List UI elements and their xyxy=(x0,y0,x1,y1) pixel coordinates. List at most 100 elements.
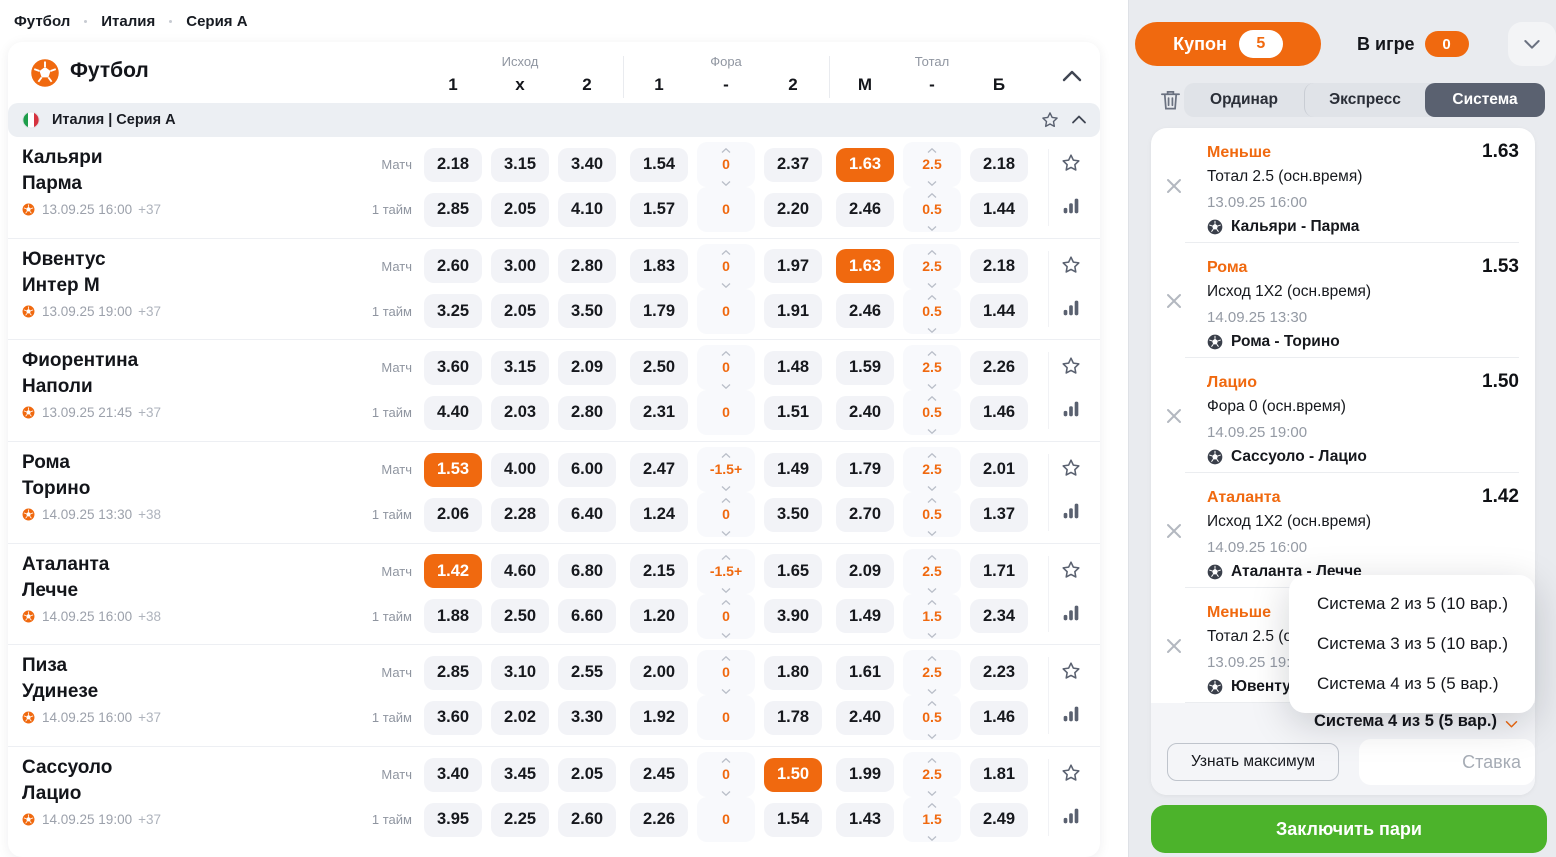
handicap-2[interactable]: 1.80 xyxy=(764,656,822,690)
odds-1[interactable]: 2.85 xyxy=(424,193,482,227)
odds-2[interactable]: 3.30 xyxy=(558,701,616,735)
total-under[interactable]: 1.99 xyxy=(836,758,894,792)
handicap-1[interactable]: 1.54 xyxy=(630,148,688,182)
odds-x[interactable]: 2.05 xyxy=(491,294,549,328)
handicap-2[interactable]: 2.20 xyxy=(764,193,822,227)
odds-x[interactable]: 3.15 xyxy=(491,148,549,182)
remove-selection-icon[interactable] xyxy=(1162,519,1186,543)
total-under[interactable]: 2.70 xyxy=(836,498,894,532)
total-over[interactable]: 1.46 xyxy=(970,701,1028,735)
total-line[interactable]: 2.5 xyxy=(903,549,961,594)
handicap-1[interactable]: 1.92 xyxy=(630,701,688,735)
odds-x[interactable]: 2.03 xyxy=(491,396,549,430)
max-stake-button[interactable]: Узнать максимум xyxy=(1167,743,1339,781)
total-line[interactable]: 0.5 xyxy=(903,492,961,537)
odds-1[interactable]: 2.85 xyxy=(424,656,482,690)
odds-x[interactable]: 4.00 xyxy=(491,453,549,487)
odds-2[interactable]: 4.10 xyxy=(558,193,616,227)
total-line[interactable]: 2.5 xyxy=(903,244,961,289)
odds-2[interactable]: 2.60 xyxy=(558,803,616,837)
handicap-1[interactable]: 1.57 xyxy=(630,193,688,227)
odds-x[interactable]: 3.45 xyxy=(491,758,549,792)
odds-1[interactable]: 2.06 xyxy=(424,498,482,532)
trash-icon[interactable] xyxy=(1159,88,1182,113)
system-select[interactable]: Система 4 из 5 (5 вар.) xyxy=(1314,712,1519,731)
match-stats-icon[interactable] xyxy=(1060,500,1082,522)
total-over[interactable]: 2.18 xyxy=(970,249,1028,283)
ingame-tab[interactable]: В игре xyxy=(1357,34,1415,55)
odds-1-selected[interactable]: 1.53 xyxy=(424,453,482,487)
total-under-selected[interactable]: 1.63 xyxy=(836,249,894,283)
handicap-2-selected[interactable]: 1.50 xyxy=(764,758,822,792)
total-over[interactable]: 1.71 xyxy=(970,554,1028,588)
total-under[interactable]: 2.46 xyxy=(836,294,894,328)
total-over[interactable]: 2.49 xyxy=(970,803,1028,837)
handicap-1[interactable]: 1.83 xyxy=(630,249,688,283)
remove-selection-icon[interactable] xyxy=(1162,289,1186,313)
total-over[interactable]: 2.01 xyxy=(970,453,1028,487)
match-stats-icon[interactable] xyxy=(1060,297,1082,319)
odds-1[interactable]: 2.60 xyxy=(424,249,482,283)
handicap-1[interactable]: 2.00 xyxy=(630,656,688,690)
total-line[interactable]: 0.5 xyxy=(903,390,961,435)
odds-x[interactable]: 3.00 xyxy=(491,249,549,283)
odds-2[interactable]: 6.40 xyxy=(558,498,616,532)
total-under[interactable]: 1.59 xyxy=(836,351,894,385)
handicap-2[interactable]: 1.91 xyxy=(764,294,822,328)
odds-x[interactable]: 2.50 xyxy=(491,599,549,633)
remove-selection-icon[interactable] xyxy=(1162,404,1186,428)
odds-2[interactable]: 2.05 xyxy=(558,758,616,792)
total-under[interactable]: 1.49 xyxy=(836,599,894,633)
odds-2[interactable]: 3.50 xyxy=(558,294,616,328)
handicap-line[interactable]: 0 xyxy=(697,797,755,842)
bet-type-tab-inactive[interactable]: Ординар xyxy=(1184,83,1304,117)
match-stats-icon[interactable] xyxy=(1060,805,1082,827)
handicap-line[interactable]: 0 xyxy=(697,695,755,740)
handicap-1[interactable]: 1.20 xyxy=(630,599,688,633)
handicap-line[interactable]: -1.5+ xyxy=(697,447,755,492)
handicap-line[interactable]: 0 xyxy=(697,594,755,639)
handicap-1[interactable]: 2.50 xyxy=(630,351,688,385)
handicap-2[interactable]: 1.97 xyxy=(764,249,822,283)
coupon-tab[interactable]: Купон 5 xyxy=(1135,22,1321,66)
match-stats-icon[interactable] xyxy=(1060,703,1082,725)
odds-2[interactable]: 2.80 xyxy=(558,396,616,430)
handicap-2[interactable]: 1.48 xyxy=(764,351,822,385)
total-line[interactable]: 0.5 xyxy=(903,289,961,334)
total-line[interactable]: 2.5 xyxy=(903,345,961,390)
handicap-1[interactable]: 2.15 xyxy=(630,554,688,588)
total-line[interactable]: 2.5 xyxy=(903,752,961,797)
total-line[interactable]: 1.5 xyxy=(903,797,961,842)
place-bet-button[interactable]: Заключить пари xyxy=(1151,805,1547,853)
handicap-line[interactable]: 0 xyxy=(697,244,755,289)
bet-type-tab-active[interactable]: Система xyxy=(1425,83,1545,117)
odds-x[interactable]: 4.60 xyxy=(491,554,549,588)
total-under[interactable]: 2.40 xyxy=(836,396,894,430)
total-under[interactable]: 2.46 xyxy=(836,193,894,227)
match-favorite-star-icon[interactable] xyxy=(1060,254,1082,276)
handicap-1[interactable]: 2.45 xyxy=(630,758,688,792)
odds-x[interactable]: 3.15 xyxy=(491,351,549,385)
match-favorite-star-icon[interactable] xyxy=(1060,660,1082,682)
stake-input[interactable] xyxy=(1359,739,1535,785)
handicap-1[interactable]: 2.26 xyxy=(630,803,688,837)
collapse-league-button[interactable] xyxy=(1070,112,1088,128)
handicap-line[interactable]: 0 xyxy=(697,345,755,390)
odds-2[interactable]: 2.80 xyxy=(558,249,616,283)
remove-selection-icon[interactable] xyxy=(1162,174,1186,198)
odds-2[interactable]: 6.60 xyxy=(558,599,616,633)
odds-2[interactable]: 3.40 xyxy=(558,148,616,182)
total-line[interactable]: 1.5 xyxy=(903,594,961,639)
total-over[interactable]: 1.37 xyxy=(970,498,1028,532)
collapse-betslip-button[interactable] xyxy=(1508,22,1556,66)
handicap-2[interactable]: 1.65 xyxy=(764,554,822,588)
handicap-line[interactable]: 0 xyxy=(697,752,755,797)
total-under-selected[interactable]: 1.63 xyxy=(836,148,894,182)
total-over[interactable]: 2.34 xyxy=(970,599,1028,633)
odds-2[interactable]: 2.55 xyxy=(558,656,616,690)
match-favorite-star-icon[interactable] xyxy=(1060,355,1082,377)
total-over[interactable]: 2.23 xyxy=(970,656,1028,690)
odds-1[interactable]: 3.25 xyxy=(424,294,482,328)
handicap-line[interactable]: -1.5+ xyxy=(697,549,755,594)
chevron-up-icon[interactable] xyxy=(1060,66,1084,86)
